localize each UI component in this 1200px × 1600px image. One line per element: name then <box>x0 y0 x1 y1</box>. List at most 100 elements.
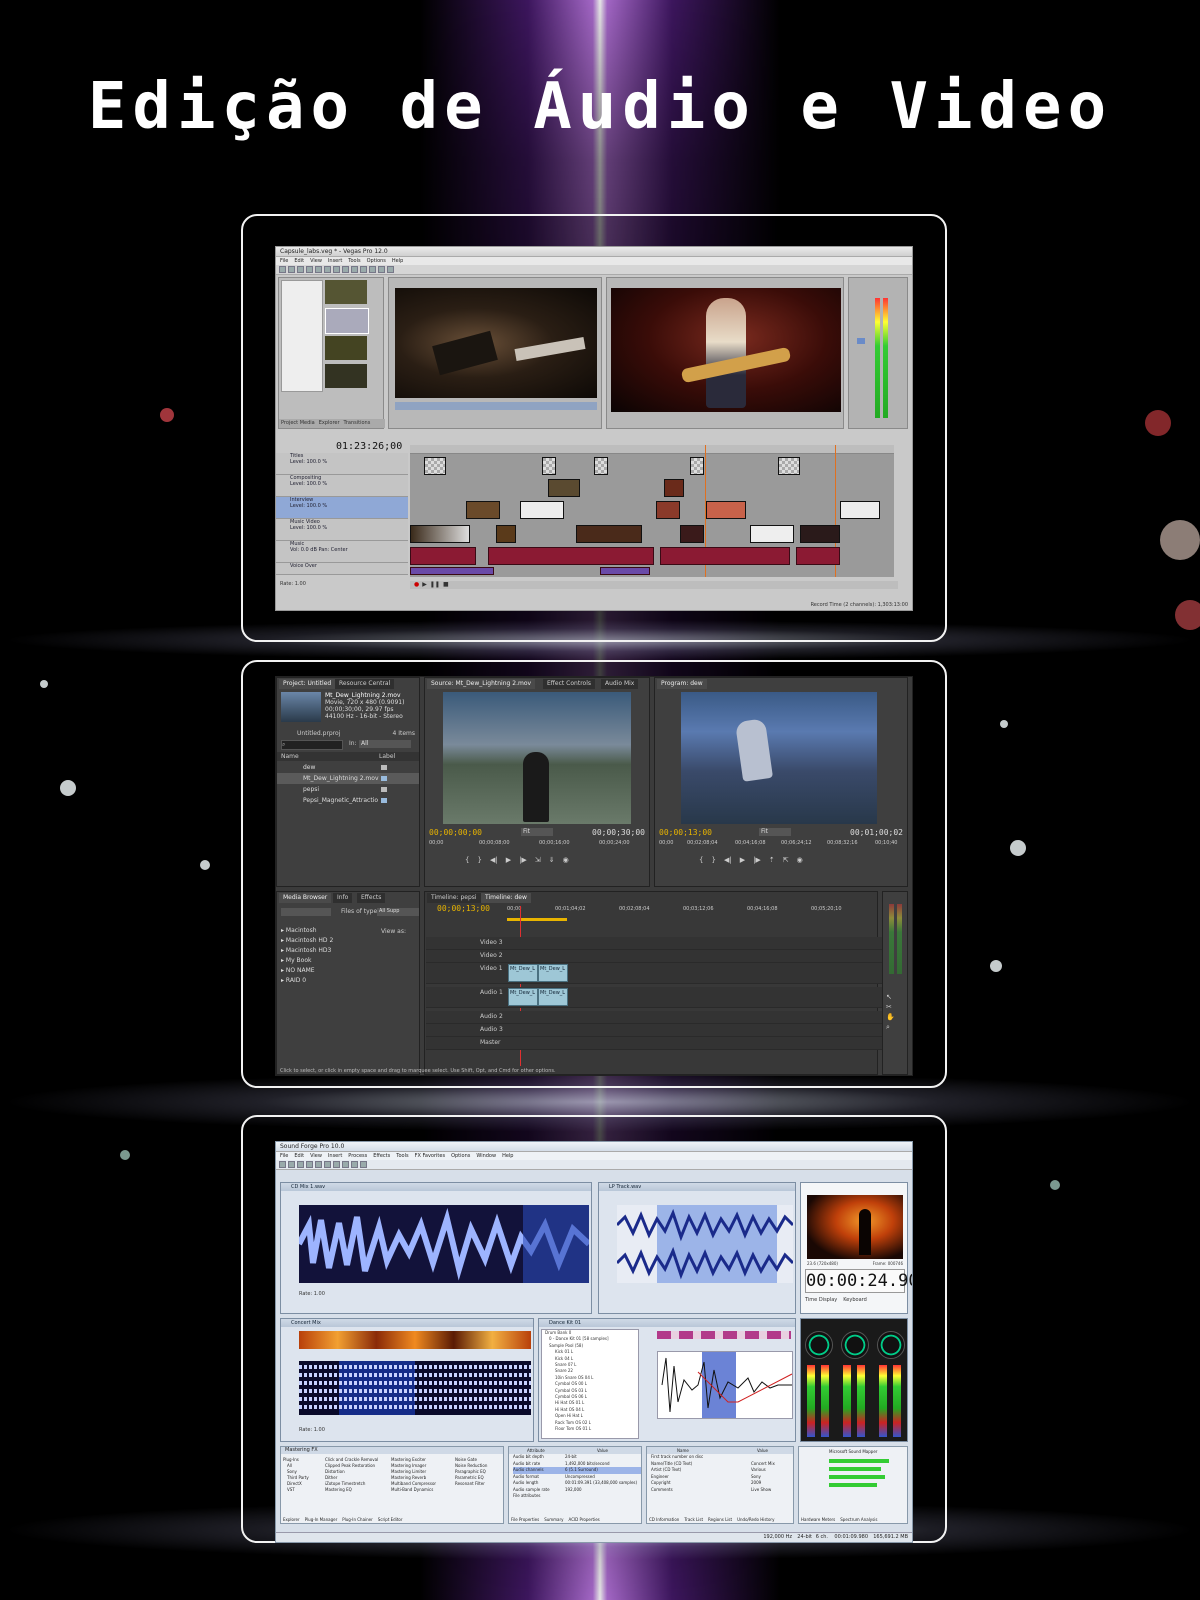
menu-edit[interactable]: Edit <box>294 257 304 265</box>
video-clip[interactable] <box>496 525 516 543</box>
menu-edit[interactable]: Edit <box>294 1152 304 1160</box>
track-audio-2[interactable]: Audio 2 <box>426 1011 882 1024</box>
video-clip[interactable] <box>410 525 470 543</box>
media-thumbnail[interactable] <box>325 364 367 388</box>
column-attribute[interactable]: Attribute <box>527 1447 545 1454</box>
track-audio-1[interactable]: Audio 1 Mt_Dew_L Mt_Dew_L <box>426 987 882 1008</box>
timeline-ruler[interactable]: 00;00 00;01;04;02 00;02;08;04 00;03;12;0… <box>507 906 875 916</box>
save-icon[interactable] <box>297 266 304 273</box>
track-header-interview[interactable]: Interview Level: 100.0 % <box>276 497 408 519</box>
tree-item[interactable]: VST <box>283 1487 309 1493</box>
video-clip[interactable] <box>576 525 642 543</box>
column-value[interactable]: Value <box>757 1447 768 1454</box>
voice-over-clip[interactable] <box>600 567 650 575</box>
list-item[interactable]: pepsi <box>277 784 419 795</box>
tab-undo-redo-history[interactable]: Undo/Redo History <box>737 1517 774 1522</box>
menu-tools[interactable]: Tools <box>348 257 360 265</box>
undo-icon[interactable] <box>333 1161 340 1168</box>
audio-clip[interactable]: Mt_Dew_L <box>538 988 568 1006</box>
source-fit-dropdown[interactable]: Fit <box>521 828 553 836</box>
timeline-ruler[interactable] <box>410 445 894 454</box>
drive-item[interactable]: ▸ NO NAME <box>281 966 333 976</box>
column-value[interactable]: Value <box>597 1447 608 1454</box>
step-back-icon[interactable]: ◀| <box>724 856 732 864</box>
in-dropdown[interactable]: All <box>359 740 411 748</box>
video-clip[interactable] <box>706 501 746 519</box>
tab-cd-information[interactable]: CD Information <box>649 1517 679 1522</box>
drive-item[interactable]: ▸ Macintosh HD3 <box>281 946 333 956</box>
audio-clip[interactable]: Mt_Dew_L <box>508 988 538 1006</box>
table-row[interactable]: File attributes <box>513 1493 641 1500</box>
track-video-1[interactable]: Video 1 Mt_Dew_L Mt_Dew_L <box>426 963 882 984</box>
tab-info[interactable]: Info <box>333 893 353 903</box>
properties-icon[interactable] <box>315 266 322 273</box>
cut-icon[interactable] <box>324 266 331 273</box>
save-icon[interactable] <box>297 1161 304 1168</box>
pause-icon[interactable]: ❚❚ <box>430 581 440 589</box>
menu-file[interactable]: File <box>280 1152 288 1160</box>
insert-icon[interactable]: ⇲ <box>535 856 541 864</box>
play-icon[interactable]: ▶ <box>506 856 511 864</box>
track-audio-3[interactable]: Audio 3 <box>426 1024 882 1037</box>
play-icon[interactable] <box>360 1161 367 1168</box>
tab-project[interactable]: Project: Untitled <box>279 679 336 689</box>
tab-plugin-chainer[interactable]: Plug-In Chainer <box>342 1517 373 1522</box>
export-frame-icon[interactable]: ◉ <box>797 856 803 864</box>
mark-out-icon[interactable]: } <box>477 856 481 864</box>
table-row[interactable]: Comments Live Show <box>651 1487 793 1494</box>
data-window-lp-track[interactable]: LP Track.wav <box>598 1182 796 1314</box>
data-window-concert-mix[interactable]: Concert Mix Rate: 1.00 <box>280 1318 534 1442</box>
tab-program[interactable]: Program: dew <box>657 679 707 689</box>
title-clip[interactable] <box>690 457 704 475</box>
new-icon[interactable] <box>279 266 286 273</box>
track-video-3[interactable]: Video 3 <box>426 937 882 950</box>
video-strip[interactable] <box>299 1331 531 1349</box>
audio-clip[interactable] <box>410 547 476 565</box>
extract-icon[interactable]: ⇱ <box>783 856 789 864</box>
snap-icon[interactable] <box>369 266 376 273</box>
video-clip[interactable] <box>840 501 880 519</box>
tab-spectrum-analysis[interactable]: Spectrum Analysis <box>840 1517 877 1522</box>
tab-time-display[interactable]: Time Display <box>805 1297 837 1303</box>
title-clip[interactable] <box>778 457 800 475</box>
tab-effect-controls[interactable]: Effect Controls <box>543 679 595 689</box>
mark-in-icon[interactable]: { <box>465 856 469 864</box>
open-icon[interactable] <box>288 266 295 273</box>
tab-summary[interactable]: Summary <box>544 1517 563 1522</box>
audio-clip[interactable] <box>488 547 654 565</box>
video-clip[interactable] <box>680 525 704 543</box>
tab-audio-mix[interactable]: Audio Mix <box>601 679 639 689</box>
menu-insert[interactable]: Insert <box>328 1152 342 1160</box>
stop-icon[interactable]: ■ <box>443 581 449 589</box>
tab-plugin-manager[interactable]: Plug-In Manager <box>305 1517 338 1522</box>
video-clip[interactable]: Mt_Dew_L <box>508 964 538 982</box>
title-clip[interactable] <box>424 457 446 475</box>
tab-acid-properties[interactable]: ACID Properties <box>569 1517 600 1522</box>
tab-transitions[interactable]: Transitions <box>344 419 371 428</box>
paste-icon[interactable] <box>342 266 349 273</box>
program-fit-dropdown[interactable]: Fit <box>759 828 791 836</box>
record-icon[interactable]: ● <box>414 581 419 589</box>
menu-insert[interactable]: Insert <box>328 257 342 265</box>
envelope-icon[interactable] <box>378 266 385 273</box>
source-ruler[interactable]: 00;00 00;00;08;00 00;00;16;00 00;00;24;0… <box>429 840 647 848</box>
search-input[interactable]: ⌕ <box>281 740 343 750</box>
tab-timeline-pepsi[interactable]: Timeline: pepsi <box>427 893 481 903</box>
tab-timeline-dew[interactable]: Timeline: dew <box>481 893 531 903</box>
title-clip[interactable] <box>594 457 608 475</box>
selection-tool-icon[interactable]: ↖ <box>886 992 895 1002</box>
fx-item[interactable]: Multi-Band Dynamics <box>391 1487 451 1493</box>
tab-track-list[interactable]: Track List <box>684 1517 703 1522</box>
drive-item[interactable]: ▸ My Book <box>281 956 333 966</box>
tab-hardware-meters[interactable]: Hardware Meters <box>801 1517 835 1522</box>
media-thumbnail[interactable] <box>325 308 369 334</box>
new-icon[interactable] <box>279 1161 286 1168</box>
menu-file[interactable]: File <box>280 257 288 265</box>
drive-item[interactable]: ▸ RAID 0 <box>281 976 333 986</box>
waveform-display[interactable] <box>299 1205 589 1283</box>
trimmer-scrub-bar[interactable] <box>395 402 597 410</box>
track-header-music-video[interactable]: Music Video Level: 100.0 % <box>276 519 408 541</box>
redo-icon[interactable] <box>342 1161 349 1168</box>
column-label[interactable]: Label <box>379 752 395 761</box>
step-forward-icon[interactable]: |▶ <box>519 856 527 864</box>
